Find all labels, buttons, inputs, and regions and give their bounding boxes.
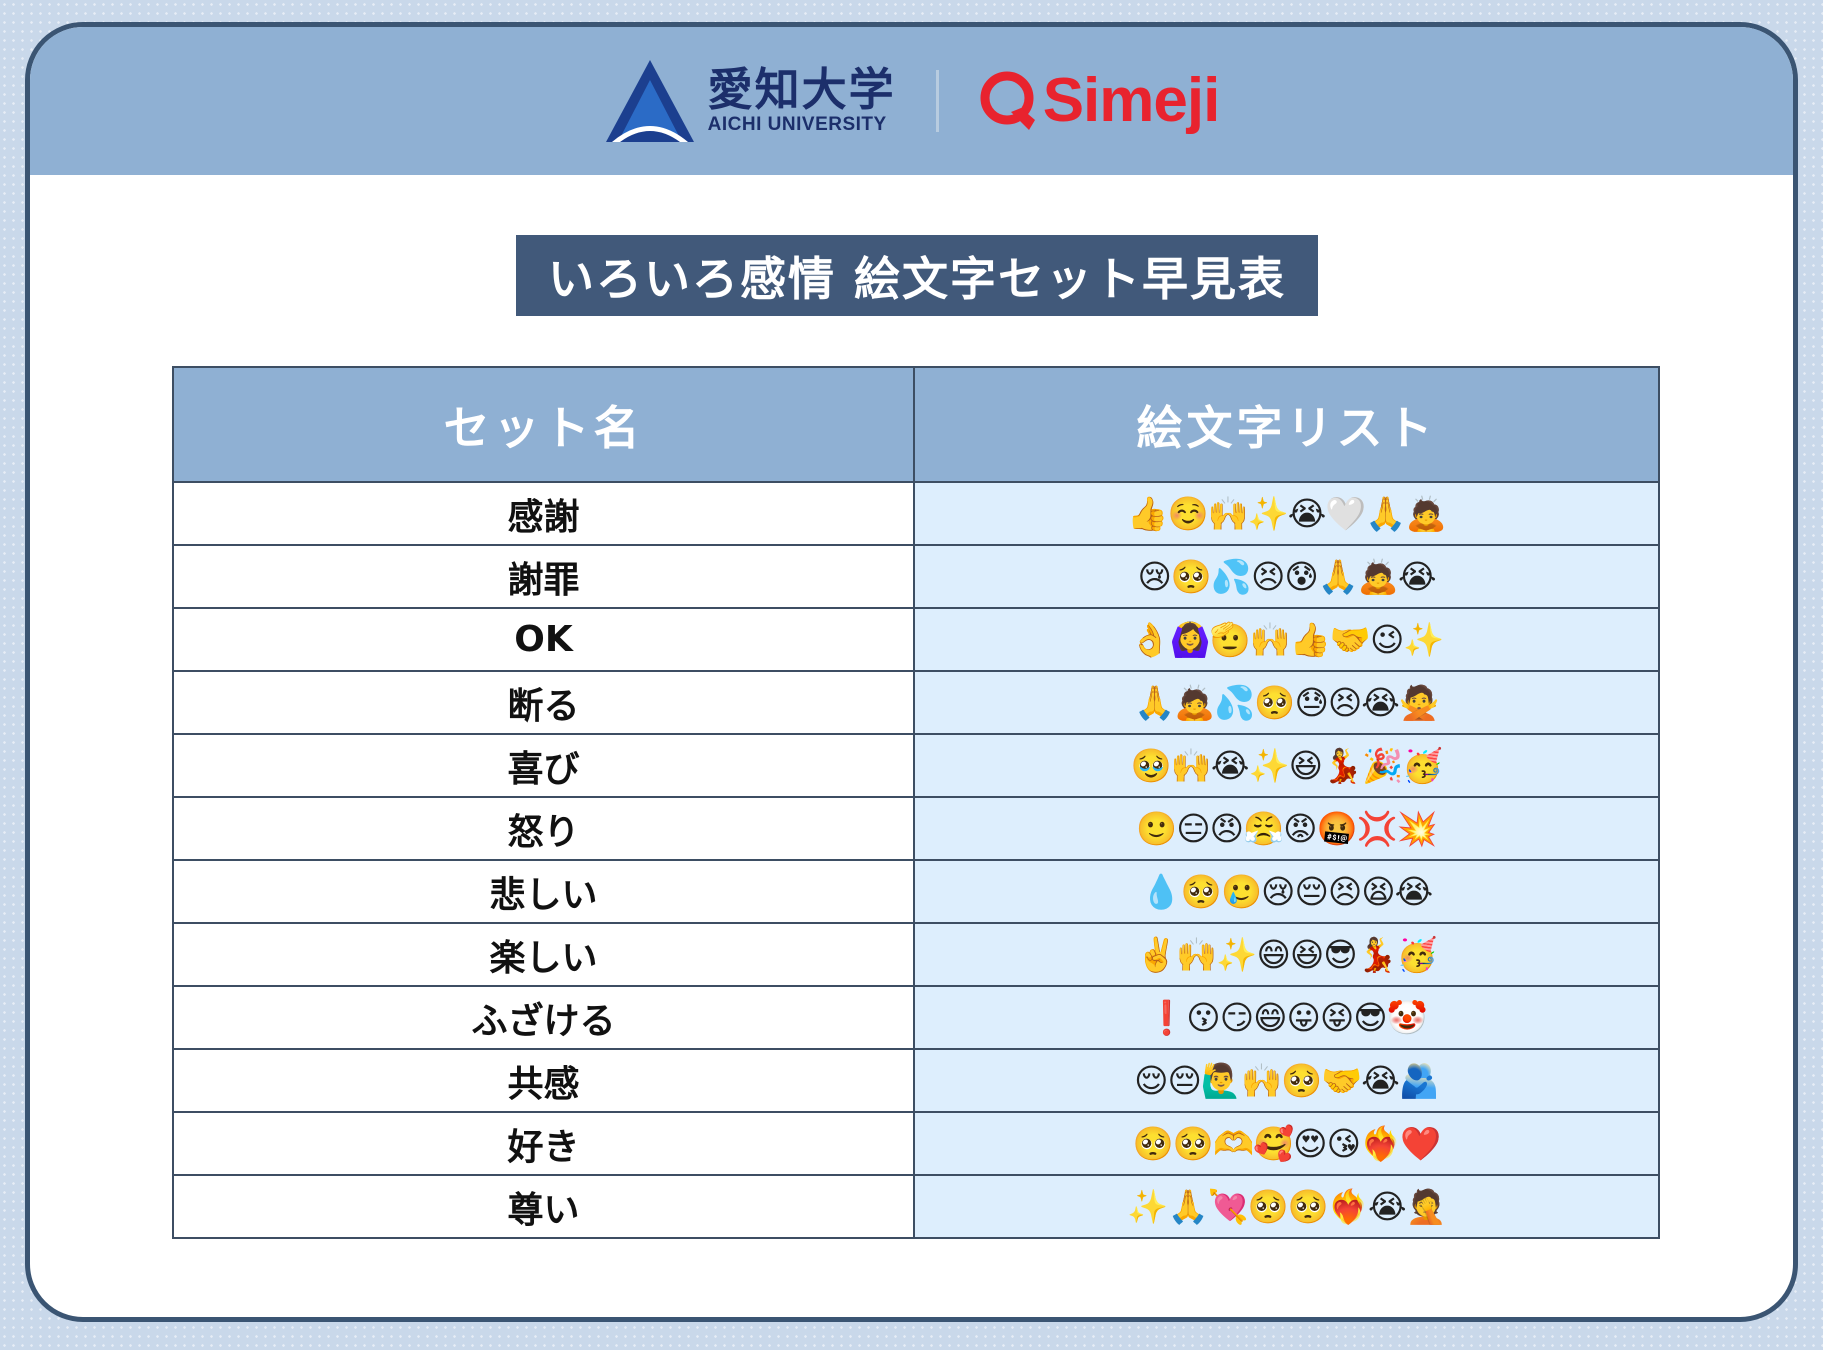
aichi-university-logo[interactable]: 愛知大学 AICHI UNIVERSITY <box>604 58 896 144</box>
header-emoji-list: 絵文字リスト <box>913 366 1660 483</box>
triangle-a-icon <box>605 60 694 142</box>
table-row: 共感 😌😔🙋‍♂️🙌🥺🤝😭🫂 <box>172 1048 1660 1113</box>
table-header-row: セット名 絵文字リスト <box>172 366 1660 483</box>
aichi-name-jp: 愛知大学 <box>707 63 896 116</box>
set-name-cell: 怒り <box>172 796 915 861</box>
emoji-list-cell[interactable]: 💧🥺🥲😢😔😣😫😭 <box>913 859 1660 924</box>
emoji-list-cell[interactable]: 😌😔🙋‍♂️🙌🥺🤝😭🫂 <box>913 1048 1660 1113</box>
emoji-list-cell[interactable]: 🥹🙌😭✨😆💃🎉🥳 <box>913 733 1660 798</box>
set-name-cell: 断る <box>172 670 915 735</box>
table-row: 好き 🥺🥺🫶🥰😍😘❤️‍🔥❤️ <box>172 1111 1660 1176</box>
table-row: 断る 🙏🙇💦🥺😓😣😭🙅 <box>172 670 1660 735</box>
aichi-text: 愛知大学 AICHI UNIVERSITY <box>708 66 896 136</box>
emoji-set-table: セット名 絵文字リスト 感謝 👍☺️🙌✨😭🤍🙏🙇 謝罪 😢🥺💦😣😰🙏🙇😭 OK … <box>172 366 1660 1239</box>
emoji-list-cell[interactable]: ✌️🙌✨😄😆😎💃🥳 <box>913 922 1660 987</box>
aichi-name-en: AICHI UNIVERSITY <box>707 114 887 135</box>
simeji-name: Simeji <box>1042 66 1221 135</box>
emoji-list-cell[interactable]: 👌🙆‍♀️🫡🙌👍🤝😉✨ <box>913 607 1660 672</box>
set-name-cell: 尊い <box>172 1174 915 1239</box>
set-name-cell: 楽しい <box>172 922 915 987</box>
table-row: 楽しい ✌️🙌✨😄😆😎💃🥳 <box>172 922 1660 987</box>
speech-bubble-q-icon <box>980 71 1035 130</box>
table-row: ふざける ❗😗😏😄😛😝😎🤡 <box>172 985 1660 1050</box>
set-name-cell: ふざける <box>172 985 915 1050</box>
table-row: 悲しい 💧🥺🥲😢😔😣😫😭 <box>172 859 1660 924</box>
table-row: 怒り 🙂😑😠😤😡🤬💢💥 <box>172 796 1660 861</box>
set-name-cell: 喜び <box>172 733 915 798</box>
emoji-list-cell[interactable]: ❗😗😏😄😛😝😎🤡 <box>913 985 1660 1050</box>
emoji-list-cell[interactable]: 🥺🥺🫶🥰😍😘❤️‍🔥❤️ <box>913 1111 1660 1176</box>
header-band: 愛知大学 AICHI UNIVERSITY Simeji <box>30 27 1793 175</box>
table-row: 尊い ✨🙏💘🥺🥺❤️‍🔥😭🤦 <box>172 1174 1660 1239</box>
set-name-cell: 謝罪 <box>172 544 915 609</box>
emoji-list-cell[interactable]: 👍☺️🙌✨😭🤍🙏🙇 <box>913 481 1660 546</box>
simeji-logo[interactable]: Simeji <box>977 68 1220 134</box>
set-name-cell: 共感 <box>172 1048 915 1113</box>
table-row: OK 👌🙆‍♀️🫡🙌👍🤝😉✨ <box>172 607 1660 672</box>
table-row: 謝罪 😢🥺💦😣😰🙏🙇😭 <box>172 544 1660 609</box>
page-title: いろいろ感情 絵文字セット早見表 <box>516 235 1318 316</box>
table-row: 喜び 🥹🙌😭✨😆💃🎉🥳 <box>172 733 1660 798</box>
logo-divider <box>935 70 939 132</box>
emoji-list-cell[interactable]: 🙂😑😠😤😡🤬💢💥 <box>913 796 1660 861</box>
logos: 愛知大学 AICHI UNIVERSITY Simeji <box>30 27 1793 175</box>
emoji-list-cell[interactable]: ✨🙏💘🥺🥺❤️‍🔥😭🤦 <box>913 1174 1660 1239</box>
set-name-cell: OK <box>172 607 915 672</box>
card: 愛知大学 AICHI UNIVERSITY Simeji いろいろ感情 絵文字セ… <box>25 22 1798 1322</box>
set-name-cell: 感謝 <box>172 481 915 546</box>
table-row: 感謝 👍☺️🙌✨😭🤍🙏🙇 <box>172 481 1660 546</box>
header-set-name: セット名 <box>172 366 915 483</box>
set-name-cell: 悲しい <box>172 859 915 924</box>
emoji-list-cell[interactable]: 😢🥺💦😣😰🙏🙇😭 <box>913 544 1660 609</box>
set-name-cell: 好き <box>172 1111 915 1176</box>
emoji-list-cell[interactable]: 🙏🙇💦🥺😓😣😭🙅 <box>913 670 1660 735</box>
